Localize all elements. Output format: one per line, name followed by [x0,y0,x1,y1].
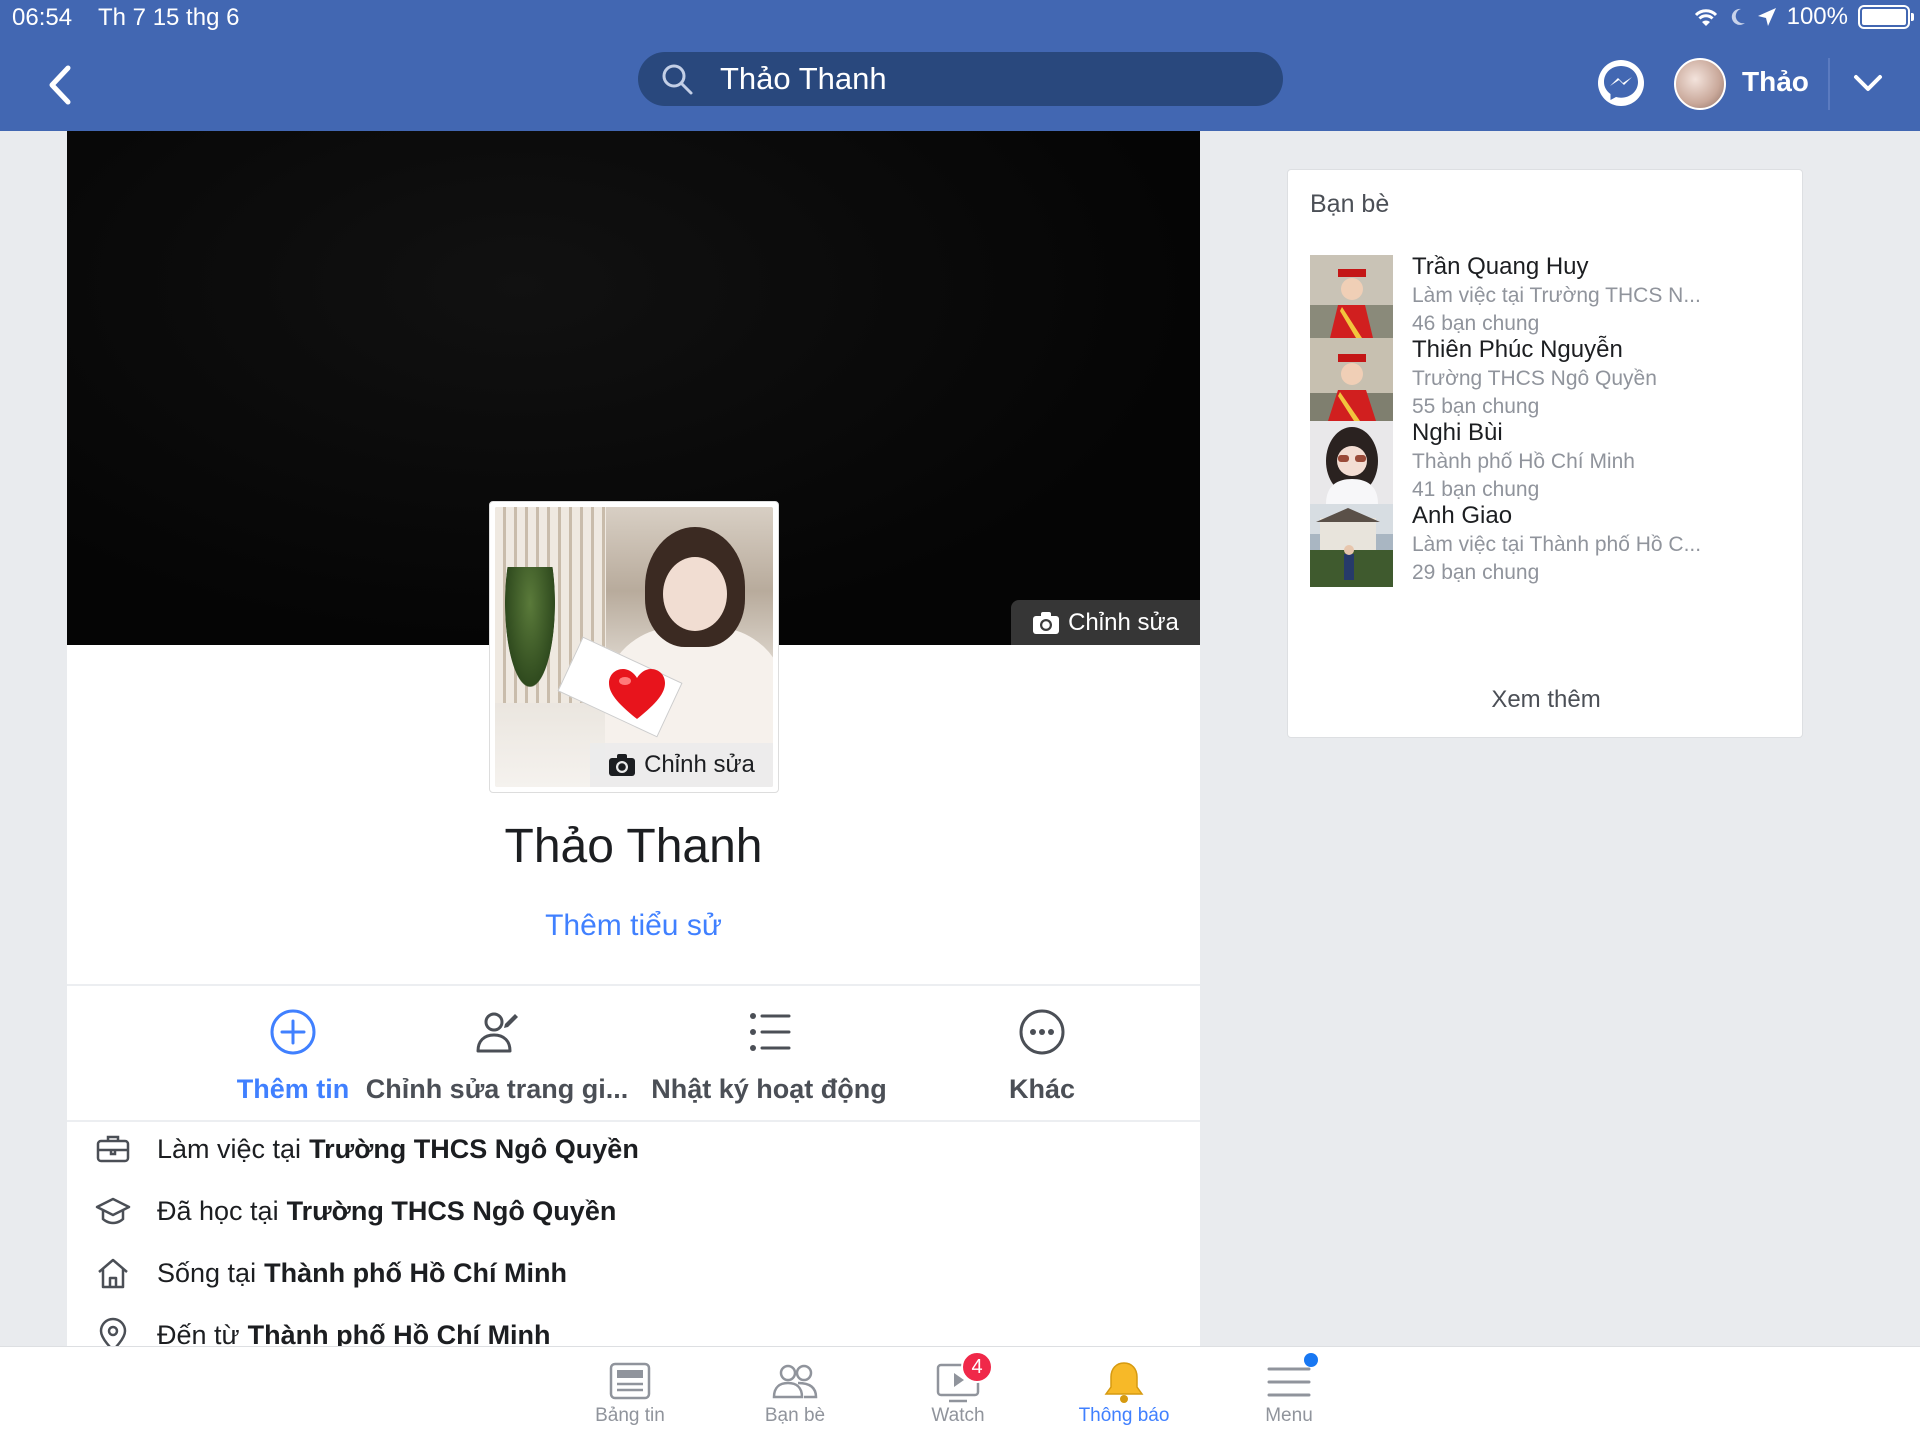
friend-subtitle: Làm việc tại Thành phố Hồ C... [1412,533,1702,556]
friend-avatar [1310,338,1393,421]
status-indicators: 100% [1693,3,1914,31]
add-story-label: Thêm tin [236,1074,350,1104]
tab-news-feed[interactable]: Bảng tin [570,1359,690,1427]
messenger-icon [1604,66,1638,100]
menu-notification-dot [1304,1353,1318,1367]
friend-mutual: 41 bạn chung [1412,478,1540,501]
friend-subtitle: Trường THCS Ngô Quyền [1412,367,1657,390]
edit-cover-label: Chỉnh sửa [1068,608,1179,636]
tab-notifications[interactable]: Thông báo [1064,1359,1184,1427]
friend-name[interactable]: Thiên Phúc Nguyễn [1412,336,1623,364]
status-time: 06:54 [12,4,73,31]
friend-mutual: 29 bạn chung [1412,561,1540,584]
friends-title[interactable]: Bạn bè [1310,190,1389,219]
edit-profile-label: Chỉnh sửa trang gi... [365,1074,629,1104]
camera-icon [1033,611,1060,634]
profile-photo: Chỉnh sửa [495,507,773,787]
bell-icon [1104,1362,1144,1403]
heart-sticker-icon [609,669,665,719]
more-button[interactable]: Khác [902,1006,1182,1105]
more-label: Khác [1008,1074,1076,1104]
search-icon [662,64,693,95]
menu-icon [1267,1367,1311,1397]
about-lives-in[interactable]: Sống tại Thành phố Hồ Chí Minh [95,1255,567,1291]
camera-icon [609,754,636,776]
friend-subtitle: Thành phố Hồ Chí Minh [1412,450,1635,473]
tab-notifications-label: Thông báo [1078,1405,1170,1426]
profile-card: Chỉnh sửa Chỉnh sửa Thảo Thanh Thêm tiểu… [67,131,1200,1352]
briefcase-icon [96,1135,130,1163]
user-name[interactable]: Thảo [1742,66,1809,98]
header-divider [1828,58,1830,110]
activity-log-button[interactable]: Nhật ký hoạt động [629,1006,909,1105]
about-education-value[interactable]: Trường THCS Ngô Quyền [287,1196,617,1227]
tab-menu-label: Menu [1265,1405,1313,1426]
plus-circle-icon [270,1009,316,1055]
divider [67,1120,1200,1122]
friends-icon [772,1364,818,1399]
bottom-nav: Bảng tin Bạn bè 4 Watch Thông báo Menu [0,1346,1920,1440]
location-arrow-icon [1757,8,1776,26]
menu-icon-wrap [1266,1353,1318,1405]
about-lives-in-prefix: Sống tại [157,1257,257,1288]
watch-badge: 4 [961,1351,993,1383]
friend-mutual: 55 bạn chung [1412,395,1540,418]
battery-percent: 100% [1786,3,1848,30]
profile-name: Thảo Thanh [504,820,763,873]
graduation-cap-icon [95,1197,131,1225]
profile-picture[interactable]: Chỉnh sửa [489,501,779,793]
friend-item[interactable]: Thiên Phúc Nguyễn Trường THCS Ngô Quyền … [1310,336,1790,422]
search-query: Thảo Thanh [720,61,887,96]
status-date: Th 7 15 thg 6 [98,4,240,31]
friend-avatar [1310,504,1393,587]
tab-menu[interactable]: Menu [1229,1353,1349,1427]
tab-watch-label: Watch [931,1405,985,1426]
about-education-prefix: Đã học tại [157,1195,279,1226]
chevron-down-icon[interactable] [1850,68,1886,98]
friend-name[interactable]: Nghi Bùi [1412,419,1503,447]
top-bar: 06:54 Th 7 15 thg 6 100% Thảo Thanh Thảo [0,0,1920,131]
edit-avatar-label: Chỉnh sửa [644,751,755,778]
messenger-button[interactable] [1598,60,1644,106]
battery-icon [1858,5,1914,29]
watch-icon-wrap: 4 [935,1351,993,1405]
activity-log-label: Nhật ký hoạt động [651,1074,887,1104]
friend-name[interactable]: Trần Quang Huy [1412,253,1589,281]
edit-cover-button[interactable]: Chỉnh sửa [1011,600,1200,645]
edit-profile-button[interactable]: Chỉnh sửa trang gi... [357,1006,637,1105]
more-icon [1019,1009,1065,1055]
friend-avatar [1310,255,1393,338]
friend-subtitle: Làm việc tại Trường THCS N... [1412,284,1701,307]
list-icon [750,1013,791,1051]
friend-mutual: 46 bạn chung [1412,312,1540,335]
user-avatar[interactable] [1674,58,1726,110]
edit-person-icon [476,1012,518,1053]
home-icon [98,1258,128,1289]
friend-item[interactable]: Anh Giao Làm việc tại Thành phố Hồ C... … [1310,502,1790,588]
divider [67,984,1200,986]
add-bio-link[interactable]: Thêm tiểu sử [67,909,1200,943]
friend-avatar [1310,421,1393,504]
friend-name[interactable]: Anh Giao [1412,502,1512,530]
wifi-icon [1694,9,1717,26]
friends-card: Bạn bè Trần Quang Huy Làm việc tại Trườn… [1287,169,1803,738]
about-work[interactable]: Làm việc tại Trường THCS Ngô Quyền [95,1131,639,1167]
about-education[interactable]: Đã học tại Trường THCS Ngô Quyền [95,1193,616,1229]
friend-item[interactable]: Trần Quang Huy Làm việc tại Trường THCS … [1310,253,1790,339]
tab-friends-label: Bạn bè [764,1405,826,1426]
tab-watch[interactable]: 4 Watch [898,1351,1018,1427]
tab-friends[interactable]: Bạn bè [735,1359,855,1427]
about-work-prefix: Làm việc tại [157,1133,302,1164]
about-work-value[interactable]: Trường THCS Ngô Quyền [309,1134,639,1165]
friend-item[interactable]: Nghi Bùi Thành phố Hồ Chí Minh 41 bạn ch… [1310,419,1790,505]
tab-news-feed-label: Bảng tin [595,1405,665,1426]
see-more-link[interactable]: Xem thêm [1288,686,1804,714]
search-bar[interactable]: Thảo Thanh [638,52,1283,106]
news-feed-icon [609,1362,651,1400]
moon-icon [1731,8,1745,25]
about-lives-in-value[interactable]: Thành phố Hồ Chí Minh [264,1258,567,1289]
edit-avatar-button[interactable]: Chỉnh sửa [590,743,773,787]
back-button[interactable] [40,60,80,110]
profile-actions: Thêm tin Chỉnh sửa trang gi... Nhật ký h… [67,1006,1200,1116]
